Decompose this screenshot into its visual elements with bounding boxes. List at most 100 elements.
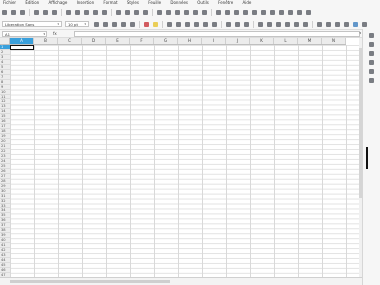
chevron-down-icon: ▾ xyxy=(84,22,86,26)
redo-icon[interactable] xyxy=(125,10,130,15)
functions-icon[interactable] xyxy=(369,78,374,83)
formula-input[interactable] xyxy=(74,31,360,37)
row-icon[interactable] xyxy=(157,10,162,15)
toolbar-separator xyxy=(111,9,112,16)
column-header-b[interactable]: B xyxy=(34,38,58,44)
align-center-icon[interactable] xyxy=(176,21,181,27)
toolbar-separator xyxy=(152,9,153,16)
open-icon[interactable] xyxy=(11,10,16,15)
column-header-e[interactable]: E xyxy=(106,38,130,44)
clear-formatting-icon[interactable] xyxy=(102,10,107,15)
column-header-d[interactable]: D xyxy=(82,38,106,44)
column-header-c[interactable]: C xyxy=(58,38,82,44)
sort-ascending-icon[interactable] xyxy=(184,10,189,15)
save-icon[interactable] xyxy=(20,10,25,15)
border-color-icon[interactable] xyxy=(353,21,358,27)
delete-decimal-icon[interactable] xyxy=(303,21,308,27)
active-cell-cursor[interactable] xyxy=(10,45,34,50)
font-color-icon[interactable] xyxy=(144,21,149,27)
bold-icon[interactable] xyxy=(94,21,99,27)
properties-icon[interactable] xyxy=(369,42,374,47)
chart-icon[interactable] xyxy=(225,10,230,15)
sidebar-deck xyxy=(362,29,380,285)
print-icon[interactable] xyxy=(43,10,48,15)
sidebar-resize-handle[interactable] xyxy=(366,147,368,169)
borders-icon[interactable] xyxy=(335,21,340,27)
date-format-icon[interactable] xyxy=(285,21,290,27)
highlight-color-icon[interactable] xyxy=(153,21,158,27)
font-name-combo[interactable]: Liberation Sans ▾ xyxy=(2,21,62,27)
cell-area[interactable] xyxy=(10,45,362,277)
image-icon[interactable] xyxy=(216,10,221,15)
styles-icon[interactable] xyxy=(369,51,374,56)
align-left-icon[interactable] xyxy=(167,21,172,27)
horizontal-scrollbar-thumb[interactable] xyxy=(10,280,170,283)
shadow-icon[interactable] xyxy=(130,21,135,27)
align-bottom-icon[interactable] xyxy=(244,21,249,27)
number-format-icon[interactable] xyxy=(276,21,281,27)
column-header-j[interactable]: J xyxy=(226,38,250,44)
freeze-rows-columns-icon[interactable] xyxy=(288,10,293,15)
border-style-icon[interactable] xyxy=(344,21,349,27)
special-character-icon[interactable] xyxy=(243,10,248,15)
spellcheck-icon[interactable] xyxy=(143,10,148,15)
horizontal-scrollbar[interactable] xyxy=(0,277,362,285)
print-preview-icon[interactable] xyxy=(52,10,57,15)
conditional-format-icon[interactable] xyxy=(362,21,367,27)
gallery-icon[interactable] xyxy=(369,60,374,65)
hyperlink-icon[interactable] xyxy=(252,10,257,15)
select-all-corner[interactable] xyxy=(0,38,10,44)
italic-icon[interactable] xyxy=(103,21,108,27)
cut-icon[interactable] xyxy=(66,10,71,15)
new-icon[interactable] xyxy=(2,10,7,15)
underline-icon[interactable] xyxy=(112,21,117,27)
wrap-text-icon[interactable] xyxy=(203,21,208,27)
function-wizard-icon[interactable]: fx xyxy=(53,31,57,37)
chevron-down-icon: ▾ xyxy=(57,22,59,26)
define-print-area-icon[interactable] xyxy=(279,10,284,15)
name-box[interactable]: A1 ▾ xyxy=(2,31,47,37)
column-header-m[interactable]: M xyxy=(298,38,322,44)
align-middle-icon[interactable] xyxy=(235,21,240,27)
column-icon[interactable] xyxy=(166,10,171,15)
paste-icon[interactable] xyxy=(84,10,89,15)
column-header-g[interactable]: G xyxy=(154,38,178,44)
autofilter-icon[interactable] xyxy=(202,10,207,15)
comment-icon[interactable] xyxy=(261,10,266,15)
column-header-n[interactable]: N xyxy=(322,38,346,44)
clone-formatting-icon[interactable] xyxy=(93,10,98,15)
strikethrough-icon[interactable] xyxy=(121,21,126,27)
copy-icon[interactable] xyxy=(75,10,80,15)
sidebar-menu-icon[interactable] xyxy=(369,33,374,38)
merge-center-icon[interactable] xyxy=(212,21,217,27)
undo-icon[interactable] xyxy=(116,10,121,15)
export-pdf-icon[interactable] xyxy=(34,10,39,15)
currency-format-icon[interactable] xyxy=(258,21,263,27)
sort-descending-icon[interactable] xyxy=(193,10,198,15)
column-header-f[interactable]: F xyxy=(130,38,154,44)
toolbar-separator xyxy=(29,9,30,16)
percent-format-icon[interactable] xyxy=(267,21,272,27)
justify-icon[interactable] xyxy=(194,21,199,27)
align-top-icon[interactable] xyxy=(226,21,231,27)
show-draw-functions-icon[interactable] xyxy=(306,10,311,15)
pivot-table-icon[interactable] xyxy=(234,10,239,15)
column-header-l[interactable]: L xyxy=(274,38,298,44)
increase-indent-icon[interactable] xyxy=(317,21,322,27)
column-header-a[interactable]: A xyxy=(10,38,34,44)
spreadsheet-grid: A B C D E F G H I J K L M N 1 2 3 4 5 6 … xyxy=(0,38,362,277)
add-decimal-icon[interactable] xyxy=(294,21,299,27)
split-window-icon[interactable] xyxy=(297,10,302,15)
column-header-h[interactable]: H xyxy=(178,38,202,44)
align-right-icon[interactable] xyxy=(185,21,190,27)
font-size-combo[interactable]: 10 pt ▾ xyxy=(65,21,89,27)
column-header-k[interactable]: K xyxy=(250,38,274,44)
decrease-indent-icon[interactable] xyxy=(326,21,331,27)
sort-icon[interactable] xyxy=(175,10,180,15)
navigator-icon[interactable] xyxy=(369,69,374,74)
header-footer-icon[interactable] xyxy=(270,10,275,15)
find-replace-icon[interactable] xyxy=(134,10,139,15)
column-header-i[interactable]: I xyxy=(202,38,226,44)
toolbar-separator xyxy=(221,20,222,28)
expand-formula-bar-icon[interactable]: ▾ xyxy=(359,31,361,35)
